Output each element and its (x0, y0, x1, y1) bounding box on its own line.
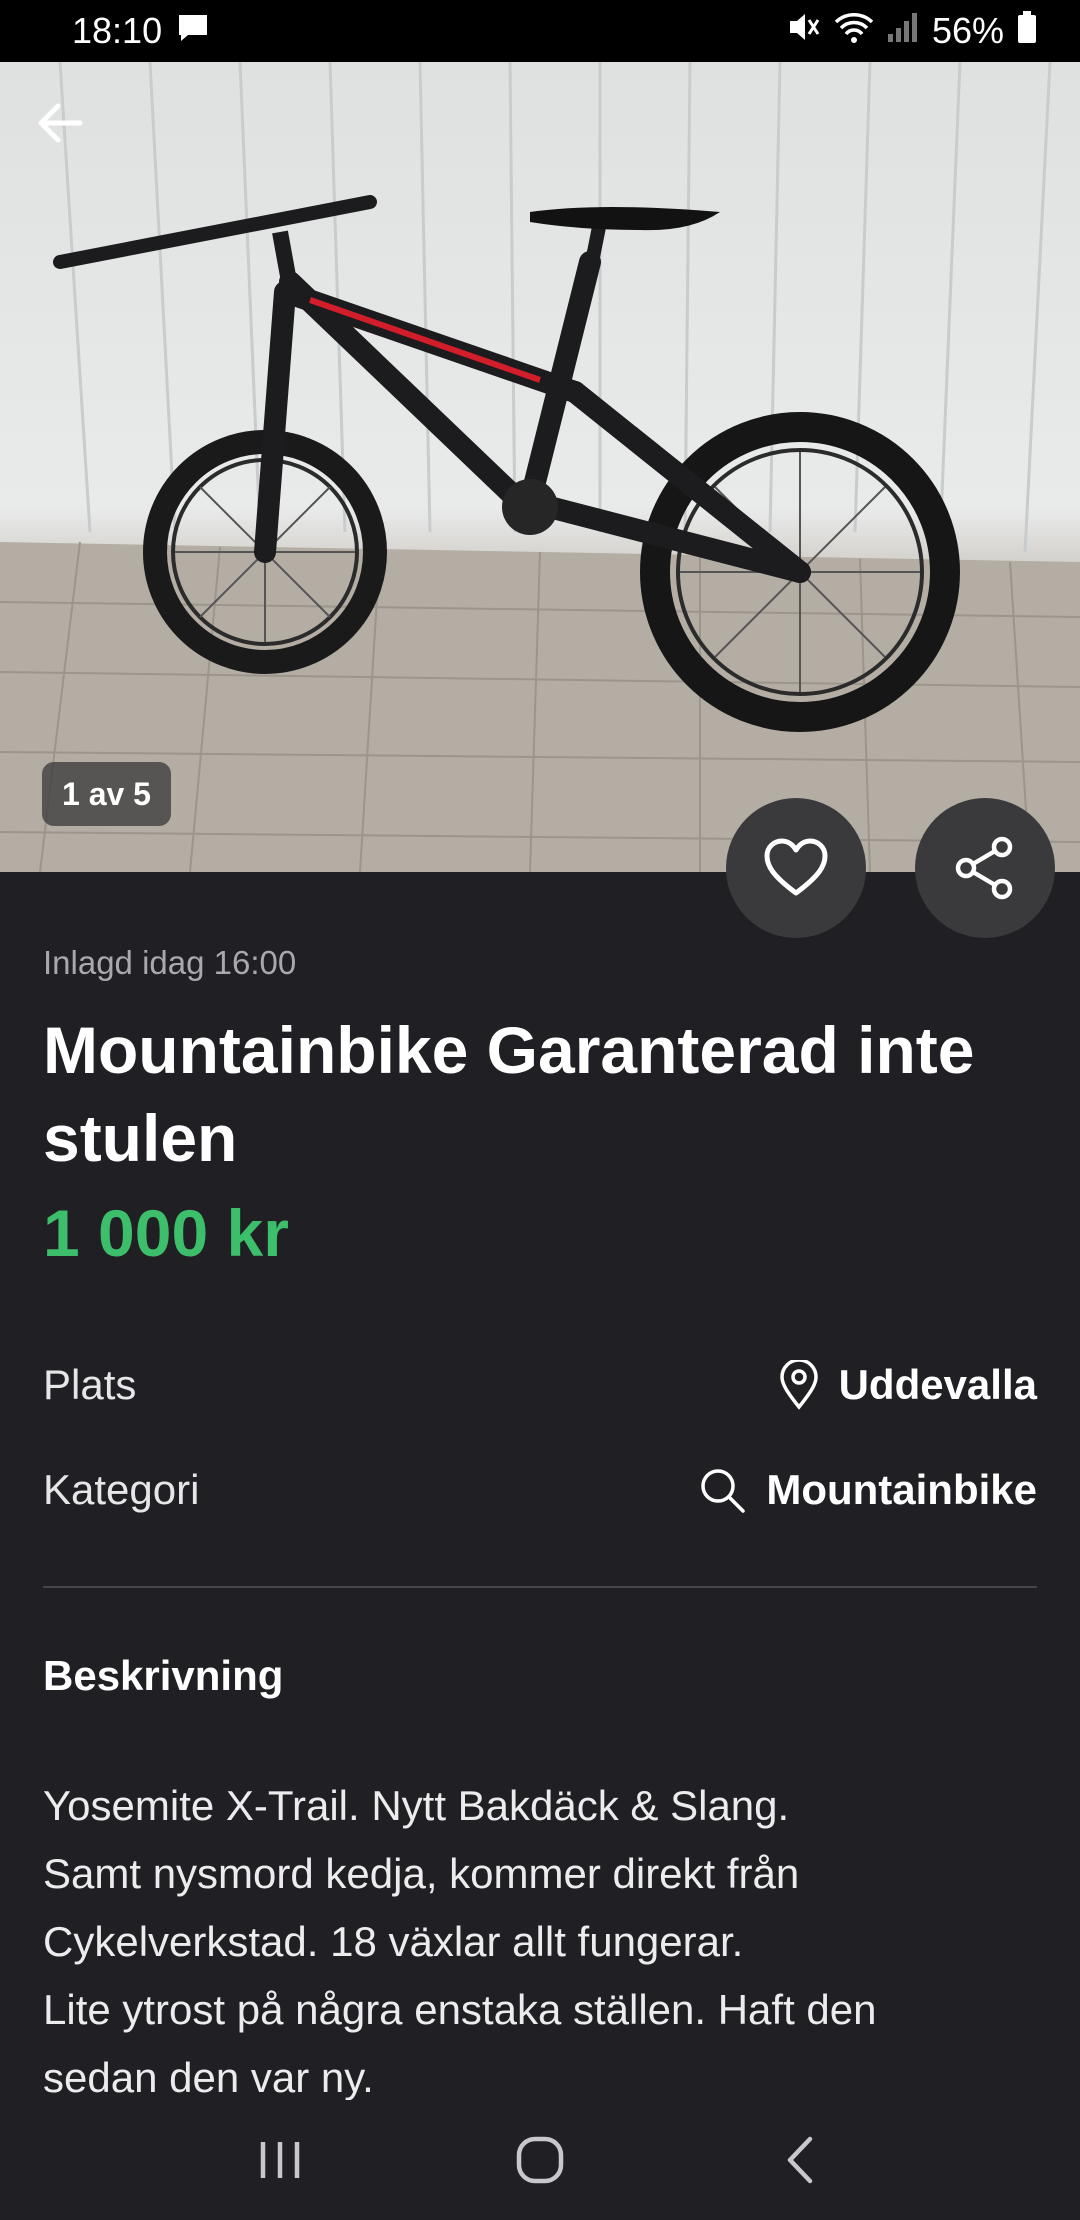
description-heading: Beskrivning (43, 1652, 284, 1699)
battery-percent: 56% (931, 10, 1004, 51)
description-text: Yosemite X-Trail. Nytt Bakdäck & Slang. … (43, 1772, 1037, 2112)
message-icon (176, 10, 210, 52)
signal-icon (886, 10, 920, 53)
divider (43, 1586, 1037, 1588)
recent-apps-icon (260, 2142, 300, 2178)
back-button[interactable] (36, 102, 116, 182)
location-value: Uddevalla (838, 1361, 1037, 1408)
status-time: 18:10 (72, 10, 163, 51)
status-bar: 18:10 56% (0, 0, 1080, 62)
home-icon (516, 2136, 564, 2184)
mute-icon (786, 10, 822, 53)
description-line: Lite ytrost på några enstaka ställen. Ha… (43, 1986, 877, 2033)
description-line: Yosemite X-Trail. Nytt Bakdäck & Slang. (43, 1782, 790, 1829)
category-value: Mountainbike (766, 1466, 1037, 1513)
image-counter-text: 1 av 5 (62, 775, 151, 812)
status-right: 56% (786, 10, 1038, 53)
screen: 18:10 56% 1 av 5 Inlagd idag 16:00 Mount… (0, 0, 1080, 2220)
share-icon (955, 836, 1013, 900)
favorite-button[interactable] (726, 798, 866, 938)
home-button[interactable] (485, 2115, 595, 2205)
location-label: Plats (43, 1361, 137, 1408)
status-left: 18:10 (72, 10, 210, 52)
listing-photo[interactable]: 1 av 5 (0, 62, 1080, 872)
wifi-icon (834, 10, 874, 53)
bike-photo-illustration (0, 62, 1080, 872)
location-row: Plats Uddevalla (43, 1355, 1037, 1415)
back-icon (787, 2136, 813, 2184)
location-value-link[interactable]: Uddevalla (779, 1360, 1037, 1410)
posted-timestamp: Inlagd idag 16:00 (43, 944, 297, 981)
category-label: Kategori (43, 1466, 200, 1513)
search-icon (701, 1469, 746, 1513)
image-counter-badge: 1 av 5 (42, 762, 171, 826)
category-value-link[interactable]: Mountainbike (698, 1466, 1037, 1514)
description-line: Samt nysmord kedja, kommer direkt från (43, 1850, 800, 1897)
listing-price: 1 000 kr (43, 1196, 289, 1270)
system-nav-bar (0, 2100, 1080, 2220)
heart-icon (764, 838, 828, 896)
category-row: Kategori Mountainbike (43, 1460, 1037, 1520)
recent-apps-button[interactable] (225, 2115, 335, 2205)
battery-icon (1016, 10, 1038, 53)
share-button[interactable] (915, 798, 1055, 938)
listing-header: Inlagd idag 16:00 Mountainbike Garantera… (43, 940, 1037, 1278)
listing-title: Mountainbike Garanterad inte stulen (43, 1013, 975, 1175)
location-pin-icon (779, 1360, 818, 1410)
arrow-left-icon (38, 103, 83, 143)
nav-back-button[interactable] (745, 2115, 855, 2205)
description-line: Cykelverkstad. 18 växlar allt fungerar. (43, 1918, 744, 1965)
